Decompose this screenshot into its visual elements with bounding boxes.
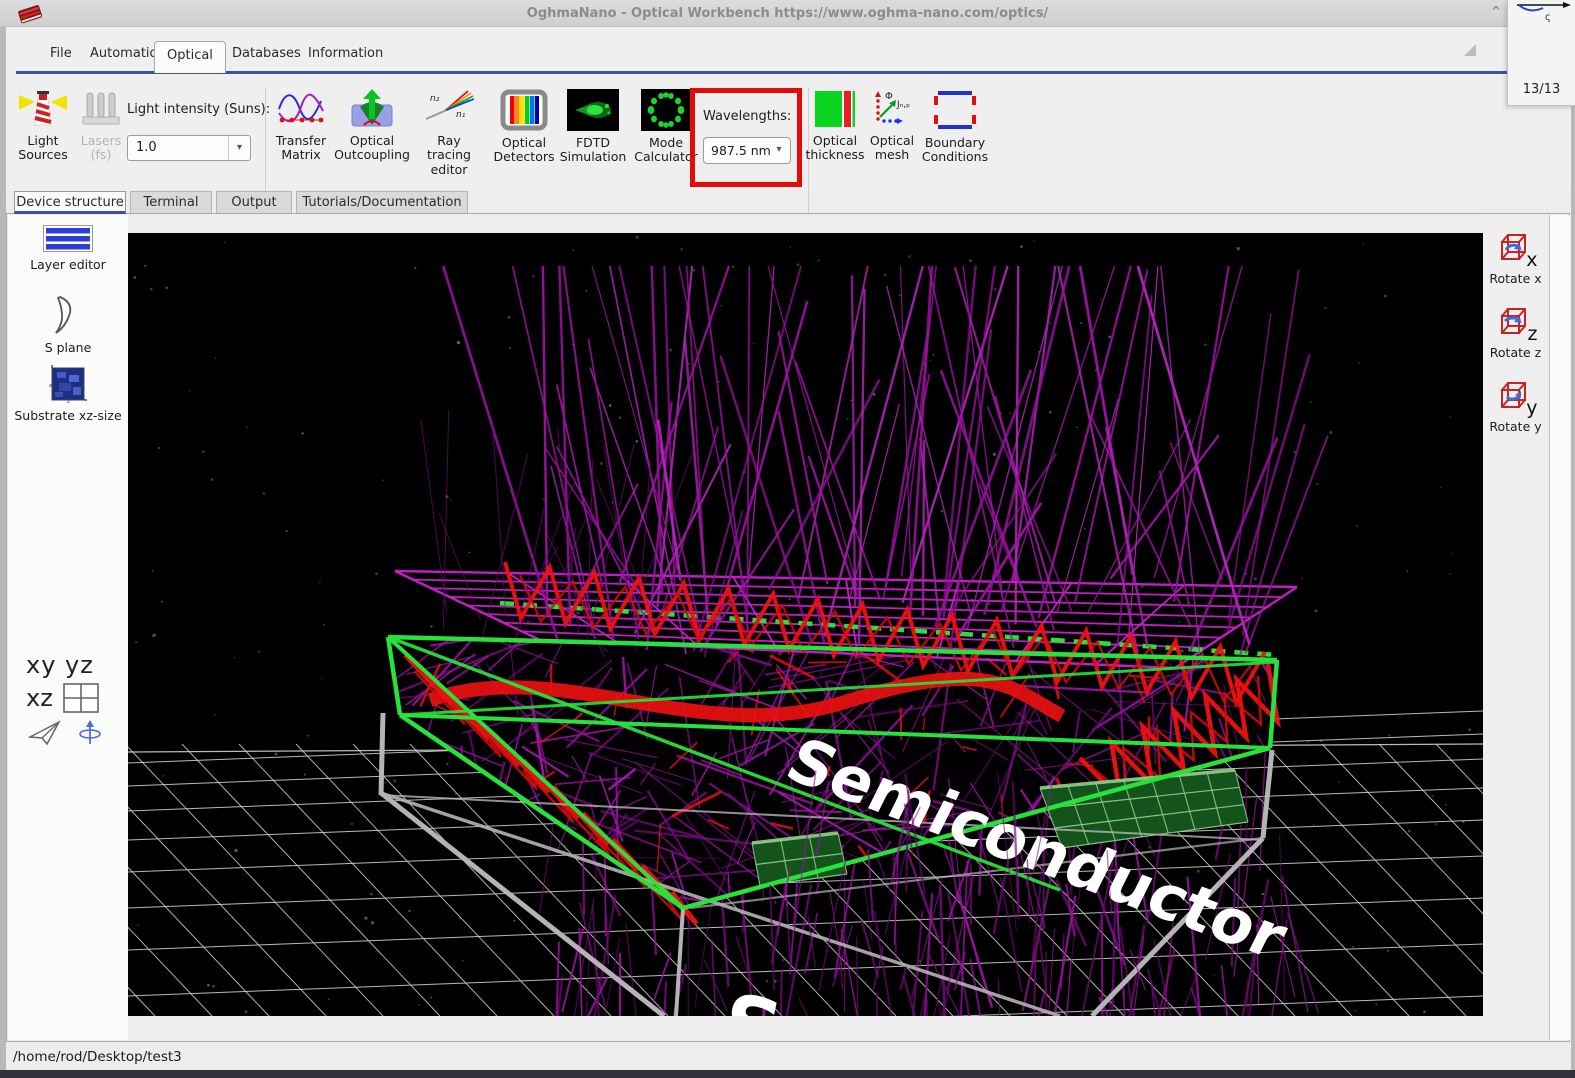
fdtd-icon <box>567 89 619 131</box>
view-tools-row <box>8 720 128 746</box>
svg-text:Φ: Φ <box>885 91 893 102</box>
optical-outcoupling-button[interactable]: Optical Outcoupling <box>334 89 410 163</box>
document-tab-strip: Device structure Terminal Output Tutoria… <box>6 190 1571 214</box>
substrate-thumbnail-icon: xz <box>49 365 87 403</box>
fdtd-simulation-button[interactable]: FDTD Simulation <box>558 89 628 165</box>
wavelengths-value: 987.5 nm <box>711 143 771 158</box>
status-bar: /home/rod/Desktop/test3 <box>0 1044 1575 1070</box>
optical-detectors-button[interactable]: Optical Detectors <box>494 89 555 165</box>
layer-editor-button[interactable]: Layer editor <box>8 225 128 272</box>
optical-mesh-icon: ΦJₙ,ₚ <box>875 91 910 124</box>
app-logo-icon <box>15 4 43 28</box>
menu-tab-file[interactable]: File <box>38 40 84 68</box>
menu-bar: File Automation Optical Databases Inform… <box>6 27 1571 73</box>
window-border <box>1571 27 1575 1070</box>
wavelengths-dropdown[interactable]: 987.5 nm ▾ <box>703 137 791 164</box>
lighthouse-icon <box>19 91 67 126</box>
laser-pillars-icon <box>82 92 120 125</box>
fly-paper-plane-icon[interactable] <box>28 720 62 746</box>
outcoupling-icon <box>351 89 393 127</box>
light-sources-button[interactable]: Light Sources <box>12 89 74 163</box>
optical-thickness-button[interactable]: Optical thickness <box>805 89 865 163</box>
rotate-y-button[interactable]: y Rotate y <box>1483 381 1548 434</box>
left-toolbar: Layer editor S plane xz Substrate xz-siz… <box>8 215 128 1040</box>
title-bar[interactable]: OghmaNano - Optical Workbench https://ww… <box>0 0 1575 27</box>
xz-label: xz <box>26 684 53 712</box>
svg-text:Jₙ,ₚ: Jₙ,ₚ <box>896 100 910 110</box>
light-intensity-value: 1.0 <box>136 140 157 155</box>
menu-tab-optical[interactable]: Optical <box>154 41 226 73</box>
dropdown-arrow-icon[interactable]: ▾ <box>768 138 790 163</box>
progress-counter: 13/13 <box>1522 82 1561 97</box>
optical-mesh-button[interactable]: Φ Jₙ,ₚ Optical mesh <box>866 89 918 163</box>
light-intensity-label: Light intensity (Suns): <box>127 102 271 117</box>
split-view-grid-icon[interactable] <box>63 683 99 713</box>
scroll-up-icon[interactable]: ^ <box>1487 4 1505 22</box>
window-border <box>0 27 6 1070</box>
resize-grip-icon[interactable] <box>1462 42 1478 58</box>
transfer-matrix-button[interactable]: Transfer Matrix <box>270 89 332 163</box>
tab-tutorials[interactable]: Tutorials/Documentation <box>296 191 468 213</box>
window-bottom-edge <box>0 1070 1575 1078</box>
tab-output[interactable]: Output <box>216 191 292 213</box>
svg-text:x: x <box>49 383 52 389</box>
svg-text:n₁: n₁ <box>456 110 466 120</box>
menu-accent-line <box>16 71 1508 74</box>
svg-text:n₂: n₂ <box>430 94 440 104</box>
floating-progress-panel[interactable]: ς 13/13 <box>1507 0 1575 106</box>
optical-thickness-icon <box>815 91 855 127</box>
mini-plot-icon: ς <box>1517 2 1571 23</box>
window-title: OghmaNano - Optical Workbench https://ww… <box>526 6 1049 21</box>
transfer-matrix-icon <box>278 93 324 123</box>
ray-tracing-icon: n₂ n₁ <box>425 90 474 120</box>
light-intensity-dropdown[interactable]: 1.0 ▾ <box>127 135 251 161</box>
ribbon-toolbar: Light Sources Lasers (fs) Light intensit… <box>6 74 1571 216</box>
detectors-icon <box>500 89 548 131</box>
rotate-axis-icon[interactable] <box>78 720 102 746</box>
menu-tab-information[interactable]: Information <box>296 40 395 68</box>
dropdown-arrow-icon[interactable]: ▾ <box>228 136 250 160</box>
right-toolbar: x Rotate x z Rotate z y Rotate y <box>1483 215 1548 1040</box>
view-xz-button[interactable]: xz <box>8 683 128 713</box>
rotate-x-button[interactable]: x Rotate x <box>1483 233 1548 286</box>
svg-text:ς: ς <box>1545 12 1551 23</box>
s-plane-button[interactable]: S plane <box>8 295 128 355</box>
lasers-button[interactable]: Lasers (fs) <box>76 89 126 163</box>
wavelengths-label: Wavelengths: <box>703 109 792 124</box>
right-panel-strip <box>1549 215 1570 1040</box>
boundary-conditions-button[interactable]: Boundary Conditions <box>922 89 988 165</box>
current-path: /home/rod/Desktop/test3 <box>13 1049 182 1065</box>
s-plane-icon <box>55 296 72 334</box>
mode-calculator-button[interactable]: Mode Calculator <box>634 89 698 165</box>
substrate-xz-size-button[interactable]: xz Substrate xz-size <box>8 365 128 423</box>
rotate-z-button[interactable]: z Rotate z <box>1483 307 1548 360</box>
device-3d-view[interactable]: Semiconductor S <box>128 233 1483 1016</box>
layer-editor-icon <box>43 225 93 252</box>
view-xy-yz-buttons[interactable]: xy yz <box>8 651 128 679</box>
ray-tracing-editor-button[interactable]: n₂ n₁ Ray tracing editor <box>414 89 484 177</box>
boundary-conditions-icon <box>934 91 976 129</box>
svg-text:z: z <box>67 399 70 403</box>
tab-terminal[interactable]: Terminal <box>130 191 212 213</box>
tab-device-structure[interactable]: Device structure <box>14 191 126 214</box>
mode-calculator-icon <box>641 89 691 131</box>
